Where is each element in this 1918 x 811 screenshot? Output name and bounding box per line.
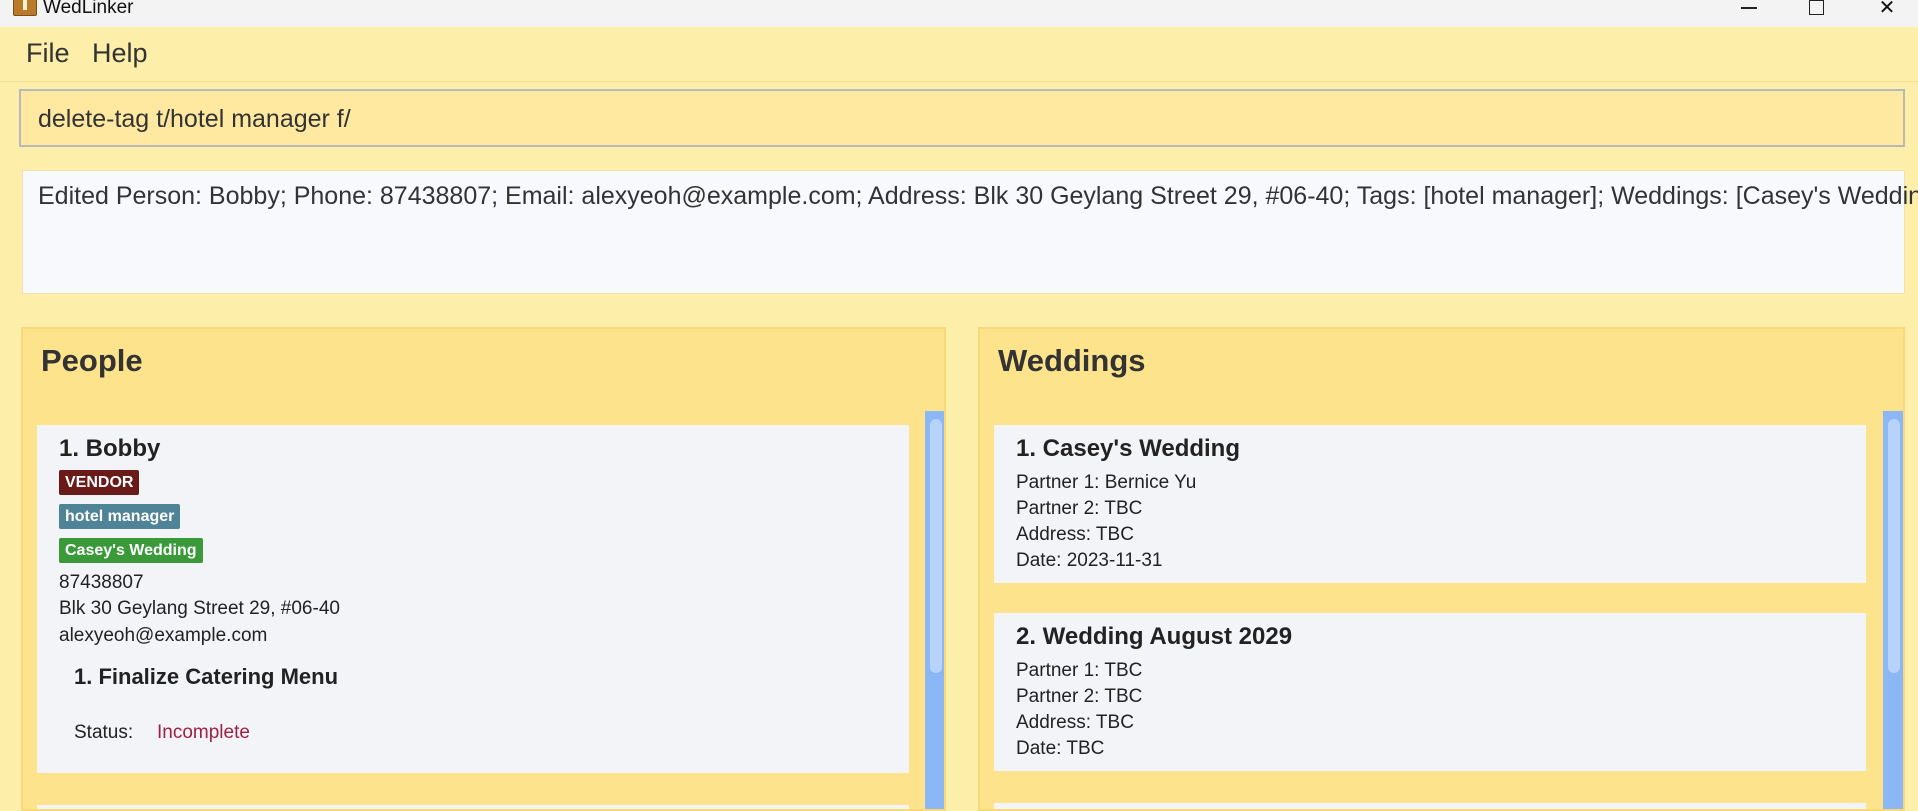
minimize-icon <box>1741 7 1757 9</box>
wedding-partner2: Partner 2: TBC <box>1016 686 1143 707</box>
menu-file[interactable]: File <box>26 38 70 69</box>
people-scroll-thumb[interactable] <box>930 419 942 673</box>
weddings-scroll-thumb[interactable] <box>1888 419 1900 673</box>
task-status-value: Incomplete <box>157 722 250 743</box>
wedding-address: Address: TBC <box>1016 712 1134 733</box>
tag-hotel-manager: hotel manager <box>59 504 181 529</box>
tag-vendor: VENDOR <box>59 470 140 495</box>
wedding-card[interactable]: 2. Wedding August 2029 Partner 1: TBC Pa… <box>994 613 1866 771</box>
wedding-date: Date: TBC <box>1016 738 1105 759</box>
people-panel-title: People <box>41 343 143 378</box>
task-title: 1. Finalize Catering Menu <box>74 664 339 689</box>
close-button[interactable]: ✕ <box>1857 0 1917 20</box>
task-status-label: Status: <box>74 722 134 743</box>
person-card[interactable] <box>37 805 909 809</box>
people-panel: People 1. Bobby VENDOR hotel manager Cas… <box>21 327 946 811</box>
wedding-date: Date: 2023-11-31 <box>1016 550 1163 571</box>
menu-bar: File Help <box>0 27 1918 82</box>
wedding-name: 1. Casey's Wedding <box>1016 435 1241 462</box>
person-name: 1. Bobby <box>59 435 161 462</box>
wedding-name: 2. Wedding August 2029 <box>1016 623 1293 650</box>
close-icon: ✕ <box>1878 0 1896 19</box>
command-box[interactable]: delete-tag t/hotel manager f/ <box>19 89 1905 147</box>
minimize-button[interactable] <box>1719 0 1779 20</box>
menu-help[interactable]: Help <box>92 38 148 69</box>
maximize-icon <box>1808 0 1824 15</box>
weddings-scrollbar[interactable] <box>1883 411 1903 809</box>
command-input[interactable]: delete-tag t/hotel manager f/ <box>38 105 351 134</box>
wedding-partner1: Partner 1: TBC <box>1016 660 1143 681</box>
wedding-partner1: Partner 1: Bernice Yu <box>1016 472 1197 493</box>
wedding-card[interactable] <box>994 803 1866 809</box>
wedding-card[interactable]: 1. Casey's Wedding Partner 1: Bernice Yu… <box>994 425 1866 583</box>
person-phone: 87438807 <box>59 572 144 593</box>
app-icon <box>13 0 37 16</box>
title-bar: WedLinker ✕ <box>0 0 1918 27</box>
person-email: alexyeoh@example.com <box>59 625 268 646</box>
result-display: Edited Person: Bobby; Phone: 87438807; E… <box>22 170 1918 294</box>
weddings-panel: Weddings 1. Casey's Wedding Partner 1: B… <box>978 327 1905 811</box>
tag-wedding: Casey's Wedding <box>59 538 203 563</box>
window-title: WedLinker <box>43 0 134 18</box>
wedding-partner2: Partner 2: TBC <box>1016 498 1143 519</box>
people-scrollbar[interactable] <box>925 411 944 809</box>
weddings-panel-title: Weddings <box>998 343 1146 378</box>
person-address: Blk 30 Geylang Street 29, #06-40 <box>59 598 340 619</box>
result-text: Edited Person: Bobby; Phone: 87438807; E… <box>38 182 1918 210</box>
person-card[interactable]: 1. Bobby VENDOR hotel manager Casey's We… <box>37 425 909 773</box>
wedding-address: Address: TBC <box>1016 524 1134 545</box>
maximize-button[interactable] <box>1786 0 1846 20</box>
